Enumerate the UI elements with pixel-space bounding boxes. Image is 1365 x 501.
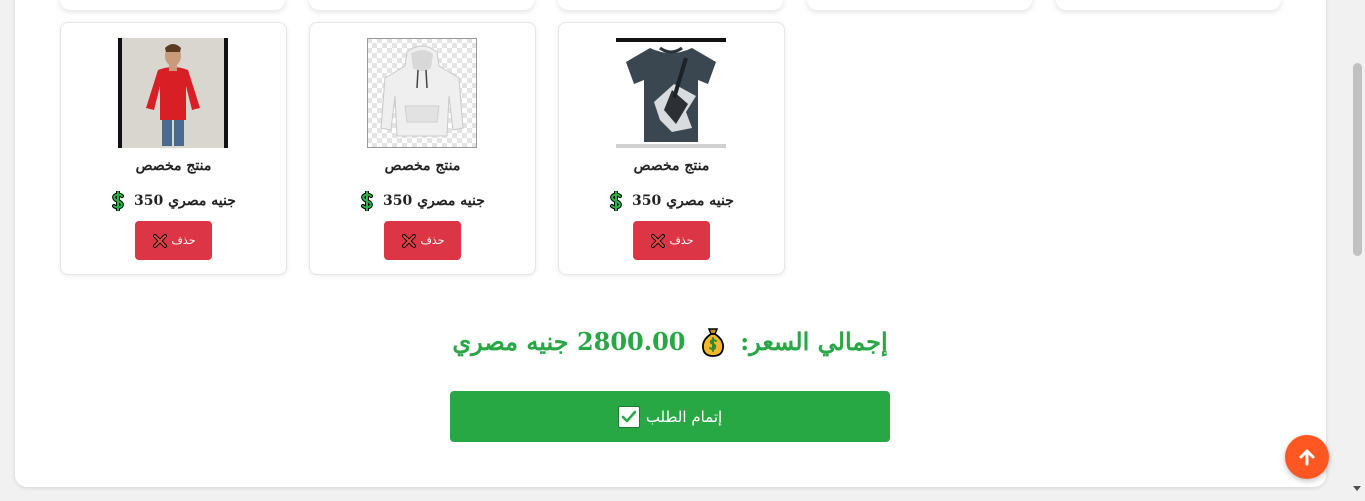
product-card-partial [807,0,1032,10]
product-card-partial [309,0,534,10]
scrollbar-thumb[interactable] [1353,63,1362,256]
scroll-down-arrow-icon[interactable] [1353,486,1361,491]
vertical-scrollbar[interactable] [1350,0,1365,501]
dollar-sign-icon [112,191,125,211]
product-card: منتج مخصص جنيه مصري 350 حذف [558,22,785,275]
product-price-row: جنيه مصري 350 [310,191,535,211]
total-price: إجمالي السعر: 2800.00 جنيه مصري [0,325,1340,358]
delete-label: حذف [669,234,694,247]
total-label: إجمالي السعر: [740,327,888,356]
product-image [616,38,726,148]
product-card: منتج مخصص جنيه مصري 350 حذف [60,22,287,275]
product-price: جنيه مصري 350 [631,193,734,209]
product-name: منتج مخصص [135,158,212,174]
money-bag-icon [701,327,724,357]
total-amount: 2800.00 جنيه مصري [452,327,686,356]
delete-button[interactable]: حذف [135,221,212,260]
x-icon [152,233,167,248]
product-price: جنيه مصري 350 [133,193,236,209]
checkout-button[interactable]: إتمام الطلب [450,391,890,442]
delete-button[interactable]: حذف [633,221,710,260]
product-price-row: جنيه مصري 350 [61,191,286,211]
scroll-to-top-button[interactable] [1285,435,1329,479]
product-image [367,38,477,148]
delete-button[interactable]: حذف [384,221,461,260]
product-card-partial [1056,0,1281,10]
delete-label: حذف [420,234,445,247]
product-price: جنيه مصري 350 [382,193,485,209]
product-image [118,38,228,148]
delete-label: حذف [171,234,196,247]
product-price-row: جنيه مصري 350 [559,191,784,211]
check-icon [617,405,640,428]
checkout-label: إتمام الطلب [645,407,723,426]
product-card-partial [60,0,285,10]
product-card: منتج مخصص جنيه مصري 350 حذف [309,22,536,275]
product-name: منتج مخصص [384,158,461,174]
product-name: منتج مخصص [633,158,710,174]
dollar-sign-icon [361,191,374,211]
dollar-sign-icon [610,191,623,211]
x-icon [401,233,416,248]
x-icon [650,233,665,248]
product-card-partial [558,0,783,10]
arrow-up-icon [1299,449,1315,466]
